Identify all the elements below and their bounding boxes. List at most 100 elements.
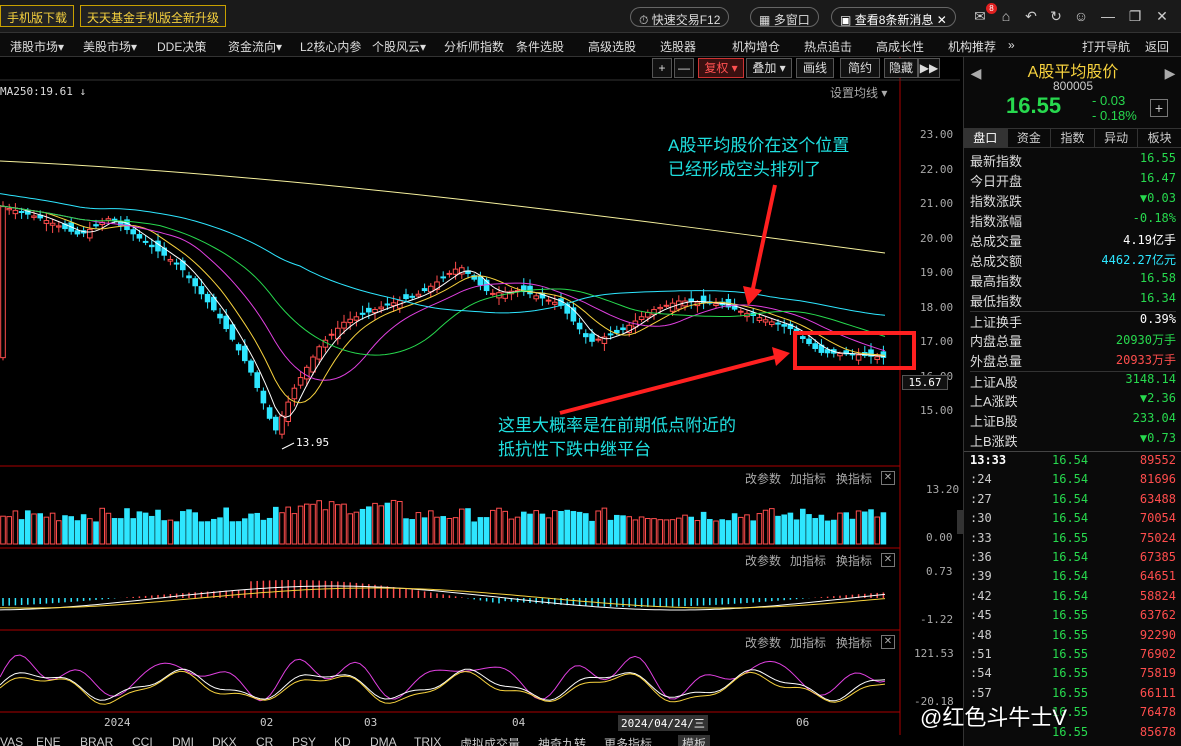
quote-panel: ◀ ▶ A股平均股价 800005 16.55 - 0.03 - 0.18% +… bbox=[963, 57, 1181, 746]
menu-item[interactable]: 机构推荐 bbox=[948, 38, 996, 55]
indicator-switch-indicator-button[interactable]: 换指标 bbox=[836, 634, 872, 651]
menu-item[interactable]: 机构增仓 bbox=[732, 38, 780, 55]
panel-nav-button[interactable]: ▶▶ bbox=[918, 58, 940, 78]
indicator-tab[interactable]: DMI bbox=[172, 735, 194, 746]
menu-item[interactable]: 个股风云▾ bbox=[372, 38, 426, 55]
menu-item[interactable]: 港股市场▾ bbox=[10, 38, 64, 55]
quote-stat-row: 指数涨跌 ▼0.03 bbox=[970, 191, 1176, 211]
current-price-tag: 15.67 bbox=[902, 375, 948, 390]
quote-tab[interactable]: 板块 bbox=[1138, 129, 1181, 147]
user-icon[interactable]: ☺ bbox=[1073, 8, 1089, 24]
indicator-tab[interactable]: CCI bbox=[132, 735, 153, 746]
quote-tab[interactable]: 指数 bbox=[1051, 129, 1095, 147]
indicator-tab[interactable]: DKX bbox=[212, 735, 237, 746]
quick-trade-button[interactable]: ⏱ 快速交易F12 bbox=[630, 7, 730, 27]
indicator-switch-indicator-button[interactable]: 换指标 bbox=[836, 552, 872, 569]
menu-item[interactable]: » bbox=[1008, 38, 1015, 52]
menu-item[interactable]: 选股器 bbox=[660, 38, 696, 55]
indicator-tab[interactable]: PSY bbox=[292, 735, 316, 746]
panel-splitter[interactable] bbox=[957, 510, 963, 534]
draw-line-button[interactable]: 画线 bbox=[796, 58, 834, 78]
indicator-tab[interactable]: 更多指标 bbox=[604, 735, 652, 746]
volume-bar bbox=[874, 516, 881, 545]
stat-value: 3148.14 bbox=[1125, 372, 1176, 386]
menu-item[interactable]: 资金流向▾ bbox=[228, 38, 282, 55]
refresh-icon[interactable]: ↻ bbox=[1048, 8, 1064, 24]
close-icon[interactable]: ✕ bbox=[937, 13, 947, 27]
add-watchlist-icon[interactable]: + bbox=[1150, 99, 1168, 117]
volume-bar bbox=[223, 507, 229, 545]
candle-body bbox=[502, 291, 508, 299]
indicator-switch-indicator-button[interactable]: 换指标 bbox=[836, 470, 872, 487]
indicator-tab[interactable]: DMA bbox=[370, 735, 397, 746]
quote-tab[interactable]: 异动 bbox=[1095, 129, 1139, 147]
quote-tab[interactable]: 资金 bbox=[1008, 129, 1052, 147]
menu-item[interactable]: 热点追击 bbox=[804, 38, 852, 55]
multi-window-button[interactable]: ▦ 多窗口 bbox=[750, 7, 819, 27]
menu-item[interactable]: L2核心内参 bbox=[300, 38, 361, 55]
volume-bar bbox=[353, 511, 360, 545]
indicator-tab[interactable]: BRAR bbox=[80, 735, 113, 746]
stat-label: 外盘总量 bbox=[970, 354, 1023, 369]
indicator-tab[interactable]: VAS bbox=[0, 735, 23, 746]
tick-row: :48 16.55 92290 bbox=[970, 628, 1176, 647]
candle-body bbox=[149, 244, 155, 248]
fund-app-ad[interactable]: 天天基金手机版全新升级 bbox=[80, 5, 227, 27]
quote-stat-row: 总成交量 4.19亿手 bbox=[970, 231, 1176, 251]
close-indicator-icon[interactable]: ✕ bbox=[881, 471, 895, 485]
menu-item[interactable]: 分析师指数 bbox=[444, 38, 504, 55]
hide-button[interactable]: 隐藏 bbox=[884, 58, 918, 78]
indicator-edit-params-button[interactable]: 改参数 bbox=[745, 470, 781, 487]
volume-bar bbox=[750, 520, 757, 545]
indicator-tab[interactable]: KD bbox=[334, 735, 351, 746]
indicator-edit-params-button[interactable]: 改参数 bbox=[745, 552, 781, 569]
zoom-out-button[interactable]: — bbox=[674, 58, 694, 78]
volume-bar bbox=[384, 502, 391, 545]
volume-bar bbox=[316, 500, 322, 545]
indicator-edit-params-button[interactable]: 改参数 bbox=[745, 634, 781, 651]
tick-volume: 89552 bbox=[1139, 453, 1176, 467]
volume-bar bbox=[248, 513, 254, 545]
indicator-tab[interactable]: 神奇九转 bbox=[538, 735, 586, 746]
menu-item[interactable]: 高级选股 bbox=[588, 38, 636, 55]
fuquan-dropdown[interactable]: 复权 ▾ bbox=[698, 58, 744, 78]
menu-item[interactable]: 高成长性 bbox=[876, 38, 924, 55]
simple-mode-button[interactable]: 简约 bbox=[840, 58, 880, 78]
indicator-add-indicator-button[interactable]: 加指标 bbox=[790, 634, 826, 651]
menu-item[interactable]: 返回 bbox=[1145, 38, 1169, 55]
zoom-in-button[interactable]: + bbox=[652, 58, 672, 78]
candle-body bbox=[415, 293, 422, 297]
close-indicator-icon[interactable]: ✕ bbox=[881, 553, 895, 567]
home-icon[interactable]: ⌂ bbox=[998, 8, 1014, 24]
menu-item[interactable]: 美股市场▾ bbox=[83, 38, 137, 55]
quote-tab[interactable]: 盘口 bbox=[964, 129, 1008, 147]
price-axis-label: 19.00 bbox=[920, 266, 954, 279]
new-messages-button[interactable]: ▣ 查看8条新消息 ✕ bbox=[831, 7, 956, 27]
tick-price: 16.55 bbox=[1052, 647, 1089, 661]
indicator-tab[interactable]: 模板 bbox=[678, 735, 711, 746]
menu-item[interactable]: 条件选股 bbox=[516, 38, 564, 55]
indicator-tab[interactable]: CR bbox=[256, 735, 273, 746]
menu-item[interactable]: DDE决策 bbox=[157, 38, 206, 55]
close-indicator-icon[interactable]: ✕ bbox=[881, 635, 895, 649]
restore-icon[interactable]: ❐ bbox=[1127, 8, 1143, 24]
indicator-add-indicator-button[interactable]: 加指标 bbox=[790, 470, 826, 487]
volume-bar bbox=[855, 510, 862, 545]
volume-bar bbox=[477, 517, 484, 545]
window-close-icon[interactable]: ✕ bbox=[1154, 8, 1170, 24]
tick-row: :54 16.55 75819 bbox=[970, 666, 1176, 685]
indicator-add-indicator-button[interactable]: 加指标 bbox=[790, 552, 826, 569]
kdj-j-line bbox=[0, 654, 886, 702]
minimize-icon[interactable]: — bbox=[1100, 8, 1116, 24]
candle-body bbox=[93, 224, 99, 227]
set-ma-dropdown[interactable]: 设置均线 ▾ bbox=[830, 84, 887, 101]
mobile-download-ad[interactable]: 手机版下载 bbox=[0, 5, 75, 27]
overlay-dropdown[interactable]: 叠加 ▾ bbox=[746, 58, 792, 78]
indicator-tab[interactable]: 虚拟成交量 bbox=[460, 735, 520, 746]
indicator-tab[interactable]: ENE bbox=[36, 735, 61, 746]
indicator-tab[interactable]: TRIX bbox=[414, 735, 441, 746]
back-icon[interactable]: ↶ bbox=[1023, 8, 1039, 24]
menu-item[interactable]: 打开导航 bbox=[1082, 38, 1130, 55]
quote-stat-row: 内盘总量 20930万手 bbox=[970, 331, 1176, 351]
volume-bar bbox=[837, 512, 843, 545]
